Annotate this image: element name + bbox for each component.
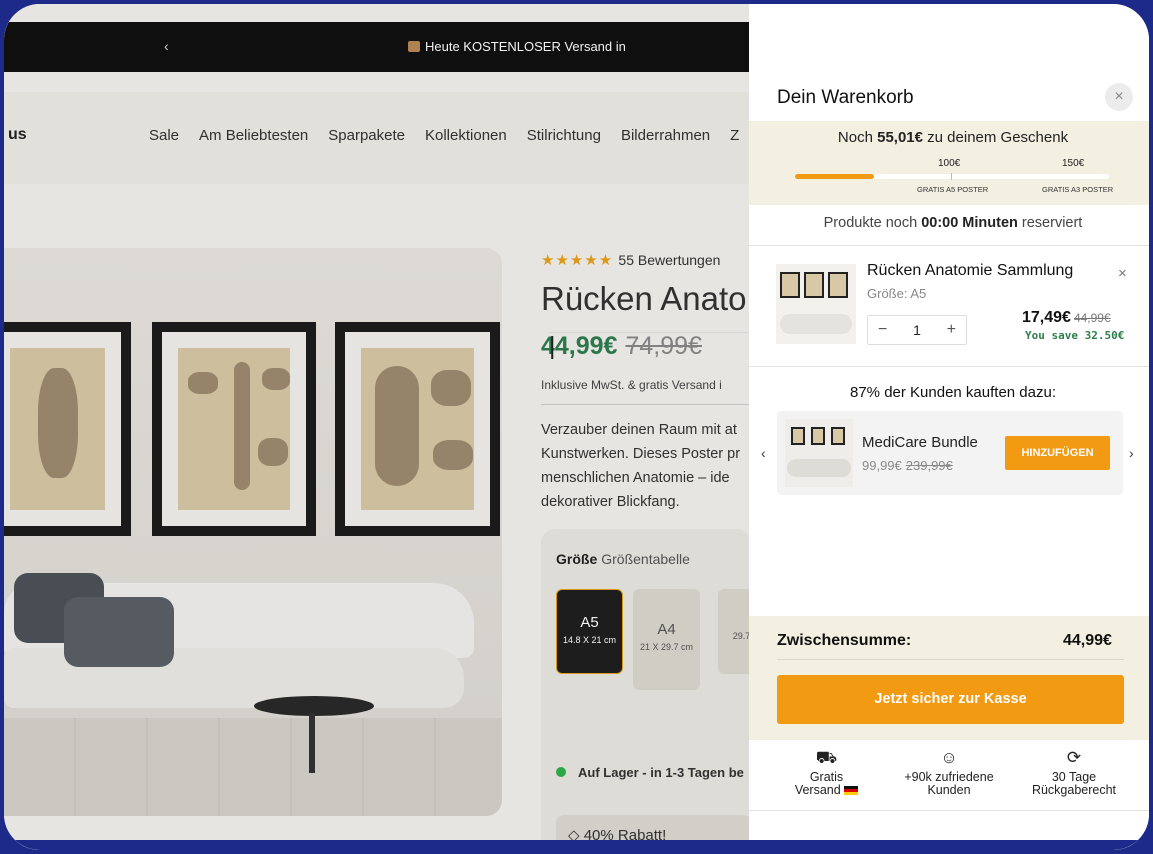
mini-poster xyxy=(811,427,825,445)
product-page: ‹ Heute KOSTENLOSER Versand in us Sale A… xyxy=(4,4,749,850)
gift-progress: Noch 55,01€ zu deinem Geschenk 100€ 150€… xyxy=(749,121,1149,205)
usp-line2: Rückgaberecht xyxy=(1031,783,1117,797)
usp-line2: Versand xyxy=(794,783,841,797)
item-price-old: 44,99€ xyxy=(1073,311,1111,325)
add-upsell-button[interactable]: HINZUFÜGEN xyxy=(1005,436,1110,470)
qty-minus-button[interactable]: − xyxy=(878,321,887,339)
mini-poster xyxy=(831,427,845,445)
reward-a3: GRATIS A3 POSTER xyxy=(1042,185,1114,194)
usp-line2: Kunden xyxy=(927,783,971,797)
qty-plus-button[interactable]: + xyxy=(947,321,956,339)
reserve-prefix: Produkte noch xyxy=(823,215,918,231)
truck-icon: ⛟ xyxy=(815,748,838,767)
page-overlay[interactable] xyxy=(4,4,749,850)
usp-line1: Gratis xyxy=(809,770,844,784)
divider xyxy=(749,810,1149,811)
divider xyxy=(749,366,1149,367)
cart-drawer: Dein Warenkorb × Noch 55,01€ zu deinem G… xyxy=(749,4,1149,850)
trust-badges: ⛟ Gratis Versand ☺ +90k zufriedene Kunde… xyxy=(749,749,1149,809)
cart-summary: Zwischensumme: 44,99€ Jetzt sicher zur K… xyxy=(749,616,1149,740)
frame-edge xyxy=(4,840,1149,850)
mini-sofa xyxy=(780,314,852,334)
usp-customers: ☺ +90k zufriedene Kunden xyxy=(894,749,1004,797)
cart-item-thumbnail[interactable] xyxy=(776,264,856,344)
divider xyxy=(749,245,1149,246)
mini-sofa xyxy=(787,459,851,477)
upsell-card: MediCare Bundle 99,99€ 239,99€ HINZUFÜGEN xyxy=(777,411,1123,495)
gift-amount: 55,01€ xyxy=(877,129,923,146)
usp-returns: ⟳ 30 Tage Rückgaberecht xyxy=(1024,749,1124,797)
reserve-time: 00:00 Minuten xyxy=(921,215,1018,231)
mini-poster xyxy=(828,272,848,298)
mini-poster xyxy=(804,272,824,298)
remove-item-button[interactable]: × xyxy=(1118,265,1127,282)
cart-item-savings: You save 32.50€ xyxy=(1025,329,1125,342)
device-frame: ‹ Heute KOSTENLOSER Versand in us Sale A… xyxy=(0,0,1153,854)
refresh-icon: ⟳ xyxy=(1066,748,1082,767)
upsell-title: 87% der Kunden kauften dazu: xyxy=(850,384,1056,401)
divider xyxy=(777,659,1124,660)
milestone-150: 150€ xyxy=(1062,158,1085,169)
gift-progress-fill xyxy=(795,174,874,179)
cart-item-price: 17,49€ 44,99€ xyxy=(1022,309,1111,327)
upsell-price-old: 239,99€ xyxy=(905,458,953,473)
upsell-prev-button[interactable]: ‹ xyxy=(761,445,766,461)
quantity-stepper: − 1 + xyxy=(867,315,967,345)
gift-prefix: Noch xyxy=(837,129,873,146)
german-flag-icon xyxy=(844,786,859,795)
mini-poster xyxy=(791,427,805,445)
reserve-suffix: reserviert xyxy=(1021,215,1083,231)
item-price-current: 17,49€ xyxy=(1022,309,1071,326)
smile-icon: ☺ xyxy=(940,748,958,767)
upsell-thumbnail[interactable] xyxy=(785,419,853,487)
gift-suffix: zu deinem Geschenk xyxy=(927,129,1069,146)
cart-item-size: Größe: A5 xyxy=(867,286,927,301)
milestone-tick xyxy=(951,173,952,180)
milestone-100: 100€ xyxy=(938,158,961,169)
upsell-next-button[interactable]: › xyxy=(1129,445,1134,461)
subtotal-label: Zwischensumme: xyxy=(777,632,912,649)
cart-item-name[interactable]: Rücken Anatomie Sammlung xyxy=(867,262,1073,280)
upsell-name[interactable]: MediCare Bundle xyxy=(862,434,978,451)
mini-poster xyxy=(780,272,800,298)
reservation-timer: Produkte noch 00:00 Minuten reserviert xyxy=(749,215,1149,231)
qty-value[interactable]: 1 xyxy=(913,322,921,338)
close-cart-button[interactable]: × xyxy=(1105,83,1133,111)
reward-a5: GRATIS A5 POSTER xyxy=(917,185,989,194)
gift-progress-track xyxy=(795,174,1109,179)
usp-line1: 30 Tage xyxy=(1051,770,1097,784)
gift-text: Noch 55,01€ zu deinem Geschenk xyxy=(749,129,1149,146)
usp-shipping: ⛟ Gratis Versand xyxy=(789,749,864,797)
upsell-price-current: 99,99€ xyxy=(862,458,902,473)
cart-title: Dein Warenkorb xyxy=(777,87,914,108)
subtotal-value: 44,99€ xyxy=(1063,632,1112,649)
usp-line1: +90k zufriedene xyxy=(904,770,994,784)
checkout-button[interactable]: Jetzt sicher zur Kasse xyxy=(777,675,1124,724)
upsell-price: 99,99€ 239,99€ xyxy=(862,458,953,473)
